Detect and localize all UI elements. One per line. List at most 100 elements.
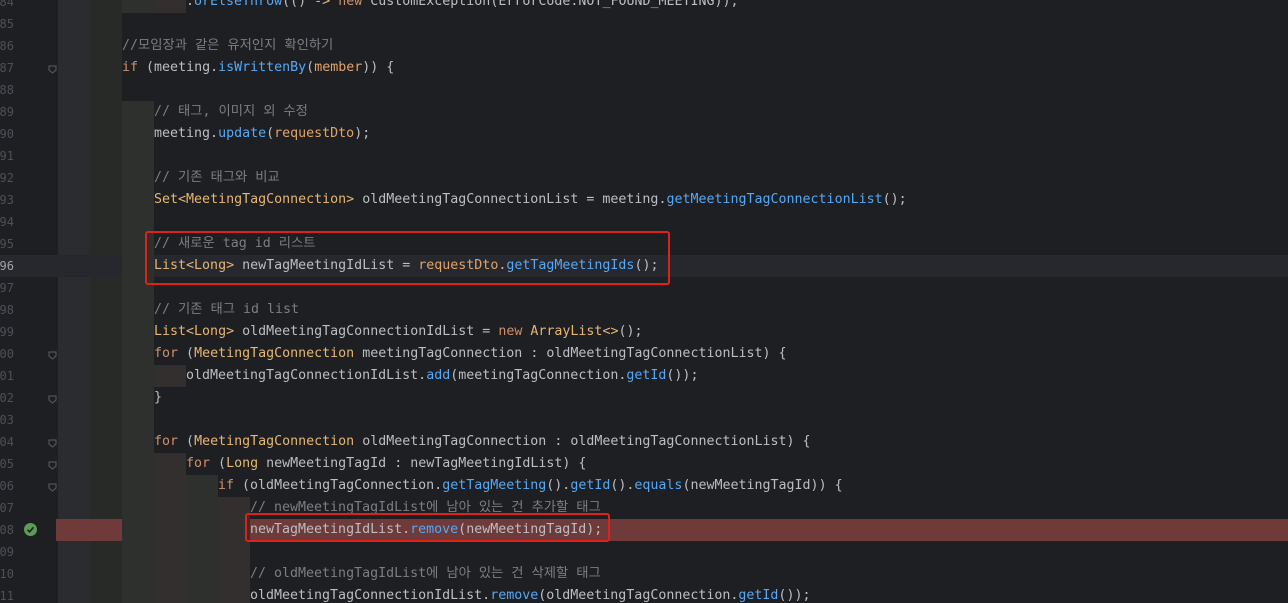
code-text[interactable]: oldMeetingTagConnectionIdList.remove(old…	[250, 585, 810, 603]
line-number[interactable]: 93	[0, 189, 14, 211]
indent-block	[154, 475, 186, 497]
indent-block	[154, 585, 186, 603]
code-text[interactable]: for (Long newMeetingTagId : newTagMeetin…	[186, 453, 586, 475]
code-line[interactable]: 91	[0, 145, 1288, 167]
line-number[interactable]: 96	[0, 255, 14, 277]
indent-block	[154, 365, 186, 387]
line-number[interactable]: 91	[0, 145, 14, 167]
annotation-box-new-tag-list	[145, 231, 670, 285]
code-text[interactable]: Set<MeetingTagConnection> oldMeetingTagC…	[154, 189, 907, 211]
code-text[interactable]: // 기존 태그 id list	[154, 299, 299, 321]
indent-block	[122, 431, 154, 453]
line-number[interactable]: 111	[0, 585, 14, 603]
code-line[interactable]: 105 for (Long newMeetingTagId : newTagMee…	[0, 453, 1288, 475]
code-text[interactable]: // 태그, 이미지 외 수정	[154, 101, 308, 123]
code-line[interactable]: 104 for (MeetingTagConnection oldMeetingT…	[0, 431, 1288, 453]
code-line[interactable]: 106 if (oldMeetingTagConnection.getTagMee…	[0, 475, 1288, 497]
line-number[interactable]: 84	[0, 0, 14, 13]
code-text[interactable]: List<Long> oldMeetingTagConnectionIdList…	[154, 321, 643, 343]
indent-block	[154, 453, 186, 475]
indent-block	[186, 541, 218, 563]
code-line[interactable]: 92 // 기존 태그와 비교	[0, 167, 1288, 189]
line-number[interactable]: 97	[0, 277, 14, 299]
code-line[interactable]: 103	[0, 409, 1288, 431]
code-line[interactable]: 108newTagMeetingIdList.remove(newMeeting…	[0, 519, 1288, 541]
line-number[interactable]: 95	[0, 233, 14, 255]
line-number[interactable]: 103	[0, 409, 14, 431]
indent-block	[186, 519, 218, 541]
code-line[interactable]: 87 if (meeting.isWrittenBy(member)) {	[0, 57, 1288, 79]
line-number[interactable]: 87	[0, 57, 14, 79]
code-text[interactable]: for (MeetingTagConnection meetingTagConn…	[154, 343, 787, 365]
indent-block	[186, 585, 218, 603]
fold-marker-icon[interactable]	[48, 63, 57, 74]
line-number[interactable]: 89	[0, 101, 14, 123]
code-line[interactable]: 84 .orElseThrow(() -> new CustomException…	[0, 0, 1288, 13]
code-text[interactable]: if (oldMeetingTagConnection.getTagMeetin…	[218, 475, 843, 497]
indent-block	[122, 585, 154, 603]
indent-block	[186, 563, 218, 585]
line-number[interactable]: 102	[0, 387, 14, 409]
code-text[interactable]: meeting.update(requestDto);	[154, 123, 370, 145]
indent-block	[122, 321, 154, 343]
fold-marker-icon[interactable]	[48, 349, 57, 360]
fold-marker-icon[interactable]	[48, 393, 57, 404]
indent-block	[122, 497, 154, 519]
code-text[interactable]: // oldMeetingTagIdList에 남아 있는 건 삭제할 태그	[250, 563, 601, 585]
code-line[interactable]: 85	[0, 13, 1288, 35]
line-number[interactable]: 92	[0, 167, 14, 189]
code-line[interactable]: 94	[0, 211, 1288, 233]
line-number[interactable]: 94	[0, 211, 14, 233]
code-editor[interactable]: 84 .orElseThrow(() -> new CustomException…	[0, 0, 1288, 603]
line-number[interactable]: 98	[0, 299, 14, 321]
line-number[interactable]: 101	[0, 365, 14, 387]
code-text[interactable]: if (meeting.isWrittenBy(member)) {	[122, 57, 394, 79]
line-number[interactable]: 86	[0, 35, 14, 57]
line-number[interactable]: 109	[0, 541, 14, 563]
code-line[interactable]: 89 // 태그, 이미지 외 수정	[0, 101, 1288, 123]
code-text[interactable]: for (MeetingTagConnection oldMeetingTagC…	[154, 431, 811, 453]
breakpoint-check-icon[interactable]	[24, 523, 37, 536]
line-number[interactable]: 100	[0, 343, 14, 365]
code-line[interactable]: 99 List<Long> oldMeetingTagConnectionIdLi…	[0, 321, 1288, 343]
code-text[interactable]: // 기존 태그와 비교	[154, 167, 280, 189]
code-line[interactable]: 90 meeting.update(requestDto);	[0, 123, 1288, 145]
line-number[interactable]: 107	[0, 497, 14, 519]
line-number[interactable]: 106	[0, 475, 14, 497]
code-text[interactable]: .orElseThrow(() -> new CustomException(E…	[186, 0, 739, 13]
line-number[interactable]: 105	[0, 453, 14, 475]
fold-marker-icon[interactable]	[48, 459, 57, 470]
code-line[interactable]: 107// newMeetingTagIdList에 남아 있는 건 추가할 태…	[0, 497, 1288, 519]
line-number[interactable]: 88	[0, 79, 14, 101]
line-number[interactable]: 104	[0, 431, 14, 453]
indent-block	[154, 541, 186, 563]
code-line[interactable]: 101 oldMeetingTagConnectionIdList.add(mee…	[0, 365, 1288, 387]
indent-block	[154, 519, 186, 541]
code-line[interactable]: 88	[0, 79, 1288, 101]
code-line[interactable]: 110 // oldMeetingTagIdList에 남아 있는 건 삭제할 태…	[0, 563, 1288, 585]
code-line[interactable]: 109	[0, 541, 1288, 563]
code-line[interactable]: 93 Set<MeetingTagConnection> oldMeetingTa…	[0, 189, 1288, 211]
line-number[interactable]: 99	[0, 321, 14, 343]
code-line[interactable]: 111 oldMeetingTagConnectionIdList.remove(…	[0, 585, 1288, 603]
code-line[interactable]: 102}	[0, 387, 1288, 409]
line-number[interactable]: 85	[0, 13, 14, 35]
indent-block	[122, 409, 154, 431]
indent-block	[122, 0, 154, 13]
fold-marker-icon[interactable]	[48, 481, 57, 492]
indent-block	[122, 541, 154, 563]
code-line[interactable]: 100 for (MeetingTagConnection meetingTagC…	[0, 343, 1288, 365]
code-text[interactable]: }	[154, 387, 162, 409]
code-line[interactable]: 98 // 기존 태그 id list	[0, 299, 1288, 321]
code-line[interactable]: 86 //모임장과 같은 유저인지 확인하기	[0, 35, 1288, 57]
line-number[interactable]: 110	[0, 563, 14, 585]
fold-marker-icon[interactable]	[48, 437, 57, 448]
indent-block	[122, 211, 154, 233]
line-number[interactable]: 108	[0, 519, 14, 541]
indent-block	[122, 189, 154, 211]
indent-block	[154, 497, 186, 519]
code-text[interactable]: //모임장과 같은 유저인지 확인하기	[122, 35, 333, 57]
code-text[interactable]: oldMeetingTagConnectionIdList.add(meetin…	[186, 365, 698, 387]
line-number[interactable]: 90	[0, 123, 14, 145]
indent-block	[122, 519, 154, 541]
